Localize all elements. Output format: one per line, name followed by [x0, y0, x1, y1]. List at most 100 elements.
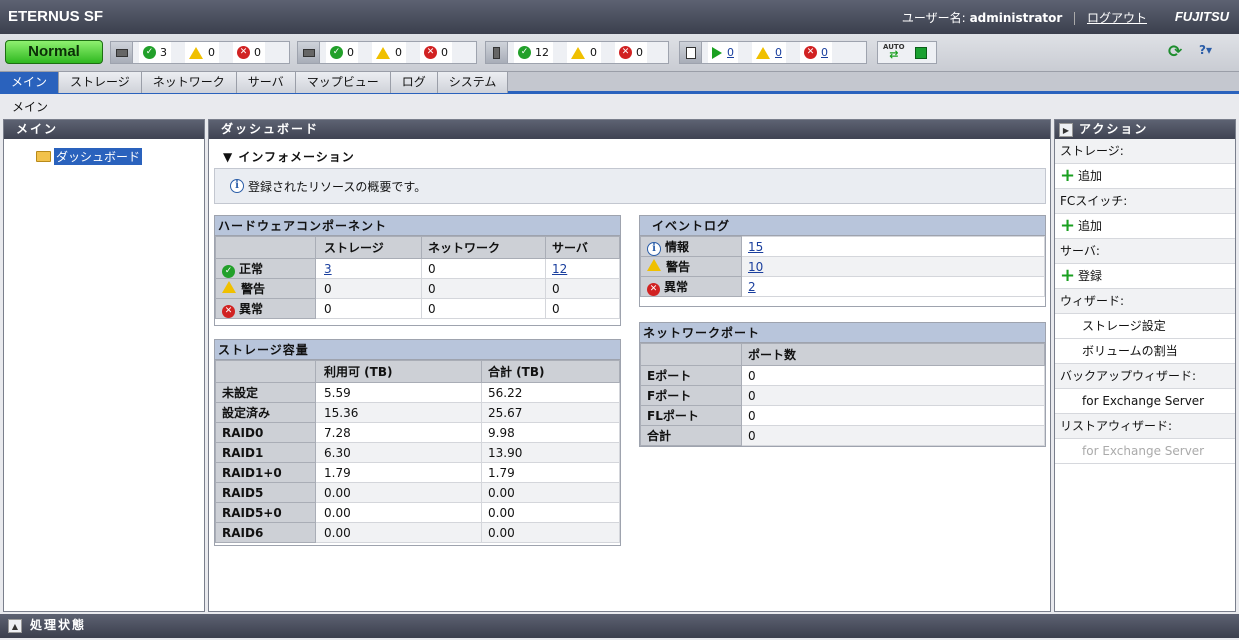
error-icon: ✕	[804, 46, 817, 59]
tab-main[interactable]: メイン	[0, 72, 60, 93]
tab-server[interactable]: サーバ	[236, 72, 296, 93]
network-status-group[interactable]: ✓ 0 0 ✕ 0	[297, 41, 477, 64]
row-label: 異常	[664, 279, 689, 294]
column-header	[215, 360, 316, 383]
divider	[1074, 12, 1076, 25]
table-row: ✕ 異常 2	[640, 276, 1045, 297]
jobs-warn-link[interactable]: 0	[775, 46, 782, 59]
column-header	[640, 343, 742, 366]
table-cell: 0	[545, 278, 620, 299]
jobs-error-link[interactable]: 0	[821, 46, 828, 59]
storage-normal-link[interactable]: 3	[324, 262, 332, 276]
row-label: 情報	[665, 239, 690, 254]
warning-icon	[647, 259, 661, 271]
action-section-fc-switch: FCスイッチ:	[1055, 189, 1235, 214]
error-icon: ✕	[237, 46, 250, 59]
main-tabs: メイン ストレージ ネットワーク サーバ マップビュー ログ システム	[0, 72, 1239, 94]
status-bar: Normal ✓ 3 0 ✕ 0 ✓ 0 0 ✕ 0 ✓ 12 0 ✕ 0 0 0 ✕ 0 A…	[0, 34, 1239, 72]
actions-panel-header: ▶ アクション	[1055, 120, 1235, 139]
table-row: 警告 0 0 0	[215, 278, 620, 299]
table-cell: 0	[315, 278, 422, 299]
info-icon: i	[647, 241, 661, 256]
tab-map-view[interactable]: マップビュー	[295, 72, 391, 93]
ok-icon: ✓	[518, 46, 531, 59]
tab-storage[interactable]: ストレージ	[59, 72, 142, 93]
help-icon[interactable]: ?▾	[1199, 43, 1212, 60]
navigation-panel-title: メイン	[4, 120, 204, 139]
row-label: 警告	[666, 260, 691, 274]
action-add-storage[interactable]: + 追加	[1055, 164, 1235, 189]
hardware-components-table: ハードウェアコンポーネント ストレージ ネットワーク サーバ ✓ 正常 3 0 1…	[214, 215, 621, 326]
auto-refresh-icon[interactable]: AUTO ⇄	[883, 43, 905, 60]
refresh-icon[interactable]: ⟳	[1168, 44, 1185, 61]
column-header: サーバ	[545, 236, 620, 259]
row-label: 異常	[239, 301, 264, 316]
action-backup-exchange[interactable]: for Exchange Server	[1055, 389, 1235, 414]
plus-icon: +	[1060, 215, 1076, 236]
user-area: ユーザー名: administrator ログアウト	[902, 9, 1147, 26]
actions-title: アクション	[1079, 122, 1149, 136]
running-icon	[712, 46, 722, 59]
event-warning-link[interactable]: 10	[748, 260, 763, 274]
process-status-bar: ▲ 処理状態	[0, 614, 1239, 638]
storage-status-group[interactable]: ✓ 3 0 ✕ 0	[110, 41, 290, 64]
breadcrumb: メイン	[12, 100, 49, 114]
collapse-arrow-icon[interactable]: ▶	[1059, 122, 1073, 137]
event-log-table: イベントログ i 情報 15 警告 10 ✕ 異常 2	[639, 215, 1046, 307]
job-status-group[interactable]: 0 0 ✕ 0	[679, 41, 867, 64]
overall-status-button[interactable]: Normal	[5, 40, 103, 64]
table-row: 合計 0	[640, 425, 1045, 446]
action-add-fc-switch[interactable]: + 追加	[1055, 214, 1235, 239]
table-row: RAID5 0.00 0.00	[215, 482, 620, 503]
column-header: 利用可 (TB)	[315, 360, 482, 383]
ok-icon: ✓	[330, 46, 343, 59]
event-error-link[interactable]: 2	[748, 280, 756, 294]
storage-error-count: 0	[254, 46, 261, 59]
tree-item-label: ダッシュボード	[54, 148, 143, 165]
action-register-server[interactable]: + 登録	[1055, 264, 1235, 289]
logout-link[interactable]: ログアウト	[1087, 11, 1147, 25]
action-volume-allocation-wizard[interactable]: ボリュームの割当	[1055, 339, 1235, 364]
tree-item-dashboard[interactable]: ダッシュボード	[36, 148, 143, 165]
information-section-toggle[interactable]: ▼ インフォメーション	[223, 148, 355, 165]
action-section-wizard: ウィザード:	[1055, 289, 1235, 314]
information-box: i 登録されたリソースの概要です。	[214, 168, 1046, 204]
column-header: ストレージ	[315, 236, 422, 259]
server-status-group[interactable]: ✓ 12 0 ✕ 0	[485, 41, 669, 64]
tab-log[interactable]: ログ	[390, 72, 438, 93]
action-storage-setup-wizard[interactable]: ストレージ設定	[1055, 314, 1235, 339]
table-cell: 0	[315, 298, 422, 319]
ok-icon: ✓	[143, 46, 156, 59]
event-info-link[interactable]: 15	[748, 240, 763, 254]
warning-icon	[376, 46, 390, 59]
action-section-restore-wizard: リストアウィザード:	[1055, 414, 1235, 439]
folder-icon	[36, 151, 51, 162]
tab-network[interactable]: ネットワーク	[141, 72, 237, 93]
network-ports-title: ネットワークポート	[640, 323, 1045, 343]
column-header: ポート数	[741, 343, 1045, 366]
status-indicator-icon[interactable]	[915, 47, 927, 59]
table-row: ✕ 異常 0 0 0	[215, 298, 620, 319]
table-cell: 0	[421, 298, 546, 319]
table-row: RAID0 7.28 9.98	[215, 422, 620, 443]
plus-icon: +	[1060, 265, 1076, 286]
top-bar: ETERNUS SF ユーザー名: administrator ログアウト FU…	[0, 0, 1239, 34]
table-row: Eポート 0	[640, 365, 1045, 386]
table-row: RAID1 6.30 13.90	[215, 442, 620, 463]
action-restore-exchange-disabled: for Exchange Server	[1055, 439, 1235, 464]
expand-arrow-icon[interactable]: ▲	[8, 618, 22, 633]
tab-system[interactable]: システム	[437, 72, 509, 93]
server-normal-link[interactable]: 12	[552, 262, 567, 276]
table-cell: 0	[421, 278, 546, 299]
server-ok-count: 12	[535, 46, 549, 59]
column-header	[215, 236, 316, 259]
actions-panel: ▶ アクション ストレージ: + 追加 FCスイッチ: + 追加 サーバ: + 登録 ウ…	[1054, 119, 1236, 612]
user-label: ユーザー名:	[901, 11, 966, 25]
dashboard-panel: ダッシュボード ▼ インフォメーション i 登録されたリソースの概要です。 ハー…	[208, 119, 1051, 612]
table-row: RAID1+0 1.79 1.79	[215, 462, 620, 483]
hardware-components-title: ハードウェアコンポーネント	[215, 216, 620, 236]
network-ok-count: 0	[347, 46, 354, 59]
dashboard-title: ダッシュボード	[209, 120, 1050, 139]
jobs-running-link[interactable]: 0	[727, 46, 734, 59]
table-row: i 情報 15	[640, 236, 1045, 257]
